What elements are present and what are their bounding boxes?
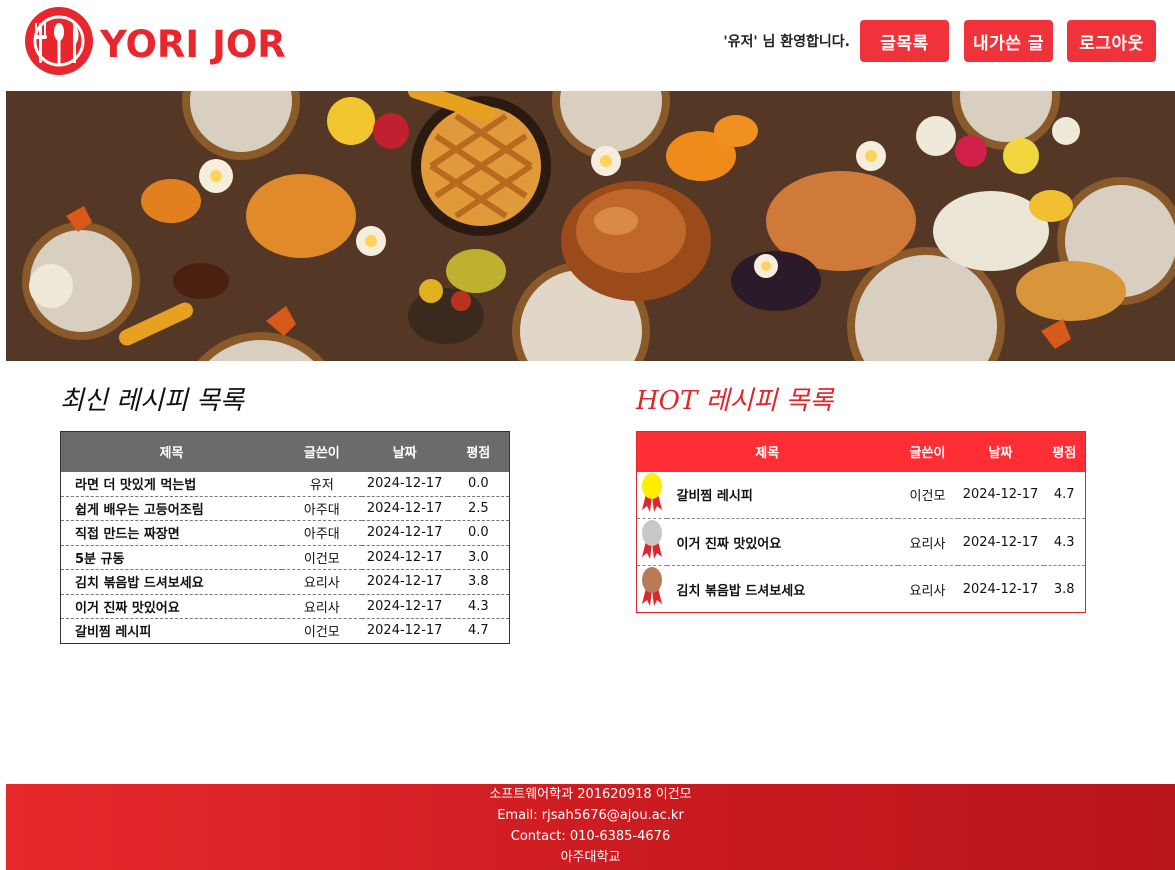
rating-cell: 4.3 — [447, 594, 510, 619]
hot-recipes-table: 제목 글쓴이 날짜 평점 갈비찜 레시피 이건모 2024-12-17 4.7 이거 진… — [636, 431, 1086, 613]
table-row[interactable]: 갈비찜 레시피 이건모 2024-12-17 4.7 — [61, 619, 510, 644]
column-title: 제목 — [636, 431, 898, 472]
rating-cell: 4.3 — [1043, 518, 1086, 566]
recipe-title-link[interactable]: 라면 더 맛있게 먹는법 — [60, 471, 282, 497]
footer-university: 아주대학교 — [560, 850, 621, 865]
table-row[interactable]: 쉽게 배우는 고등어조림 아주대 2024-12-17 2.5 — [60, 496, 510, 521]
recipe-title-link[interactable]: 김치 볶음밥 드셔보세요 — [667, 566, 898, 613]
recipe-title-link[interactable]: 이거 진짜 맛있어요 — [666, 518, 898, 566]
rating-cell: 0.0 — [447, 471, 510, 497]
recipe-title-link[interactable]: 5분 규동 — [60, 545, 282, 570]
logout-button[interactable]: 로그아웃 — [1067, 20, 1156, 62]
banner-image — [6, 91, 1175, 361]
column-author: 글쓴이 — [897, 431, 958, 472]
recipe-title-link[interactable]: 이거 진짜 맛있어요 — [60, 594, 282, 619]
column-date: 날짜 — [957, 431, 1044, 472]
author-cell: 요리사 — [281, 594, 362, 619]
table-row[interactable]: 직접 만드는 짜장면 아주대 2024-12-17 0.0 — [60, 520, 510, 546]
author-cell: 아주대 — [281, 520, 362, 546]
author-cell: 요리사 — [281, 569, 362, 595]
footer-email: Email: rjsah5676@ajou.ac.kr — [497, 808, 684, 823]
column-rating: 평점 — [1043, 431, 1086, 472]
date-cell: 2024-12-17 — [361, 496, 448, 521]
author-cell: 요리사 — [909, 583, 946, 599]
author-cell: 이건모 — [281, 545, 362, 570]
table-row[interactable]: 김치 볶음밥 드셔보세요 요리사 2024-12-17 3.8 — [637, 566, 1086, 613]
date-cell: 2024-12-17 — [957, 471, 1044, 519]
column-title: 제목 — [60, 431, 282, 472]
author-cell: 이건모 — [897, 471, 958, 519]
footer-department: 소프트웨어학과 201620918 이건모 — [489, 787, 692, 802]
table-row[interactable]: 라면 더 맛있게 먹는법 유저 2024-12-17 0.0 — [60, 471, 510, 497]
author-cell: 요리사 — [897, 518, 958, 566]
date-cell: 2024-12-17 — [361, 545, 448, 570]
hot-recipes-title: HOT 레시피 목록 — [636, 386, 834, 416]
table-header-row: 제목 글쓴이 날짜 평점 — [60, 431, 510, 472]
date-cell: 2024-12-17 — [361, 471, 448, 497]
logo-text: YORI JORI — [99, 23, 286, 66]
my-posts-button[interactable]: 내가쓴 글 — [964, 20, 1053, 62]
rating-cell: 4.7 — [1043, 471, 1086, 519]
table-row[interactable]: 갈비찜 레시피 이건모 2024-12-17 4.7 — [636, 471, 1086, 519]
column-author: 글쓴이 — [281, 431, 362, 472]
rating-cell: 2.5 — [447, 496, 510, 521]
author-cell: 아주대 — [281, 496, 362, 521]
column-rating: 평점 — [447, 431, 510, 472]
header: YORI JORI '유저' 님 환영합니다. 글목록 내가쓴 글 로그아웃 — [0, 0, 1175, 90]
date-cell: 2024-12-17 — [361, 594, 448, 619]
column-date: 날짜 — [361, 431, 448, 472]
rating-cell: 3.8 — [1053, 581, 1075, 597]
logo[interactable]: YORI JORI — [24, 6, 286, 78]
date-cell: 2024-12-17 — [361, 569, 448, 595]
bronze-medal-icon — [637, 566, 667, 613]
recipe-title-link[interactable]: 쉽게 배우는 고등어조림 — [60, 496, 282, 521]
date-cell: 2024-12-17 — [366, 623, 443, 639]
recipe-title-link[interactable]: 김치 볶음밥 드셔보세요 — [60, 569, 282, 595]
recipe-title-link[interactable]: 갈비찜 레시피 — [61, 619, 282, 644]
latest-recipes-table: 제목 글쓴이 날짜 평점 라면 더 맛있게 먹는법 유저 2024-12-17 0.0… — [60, 431, 510, 644]
silver-medal-icon — [636, 518, 667, 566]
author-cell: 이건모 — [303, 625, 340, 641]
table-header-row: 제목 글쓴이 날짜 평점 — [636, 431, 1086, 472]
date-cell: 2024-12-17 — [962, 581, 1039, 597]
welcome-message: '유저' 님 환영합니다. — [723, 34, 850, 50]
table-row[interactable]: 이거 진짜 맛있어요 요리사 2024-12-17 4.3 — [636, 518, 1086, 566]
table-row[interactable]: 5분 규동 이건모 2024-12-17 3.0 — [60, 545, 510, 570]
gold-medal-icon — [636, 471, 667, 519]
table-row[interactable]: 김치 볶음밥 드셔보세요 요리사 2024-12-17 3.8 — [60, 569, 510, 595]
latest-recipes-title: 최신 레시피 목록 — [60, 386, 244, 416]
rating-cell: 0.0 — [447, 520, 510, 546]
date-cell: 2024-12-17 — [361, 520, 448, 546]
rating-cell: 3.8 — [447, 569, 510, 595]
recipe-title-link[interactable]: 갈비찜 레시피 — [666, 471, 898, 519]
date-cell: 2024-12-17 — [957, 518, 1044, 566]
table-row[interactable]: 이거 진짜 맛있어요 요리사 2024-12-17 4.3 — [60, 594, 510, 619]
footer-contact: Contact: 010-6385-4676 — [510, 829, 671, 844]
footer: 소프트웨어학과 201620918 이건모 Email: rjsah5676@a… — [6, 784, 1175, 870]
author-cell: 유저 — [281, 471, 362, 497]
rating-cell: 3.0 — [447, 545, 510, 570]
recipe-title-link[interactable]: 직접 만드는 짜장면 — [60, 520, 282, 546]
rating-cell: 4.7 — [467, 623, 489, 639]
post-list-button[interactable]: 글목록 — [860, 20, 949, 62]
